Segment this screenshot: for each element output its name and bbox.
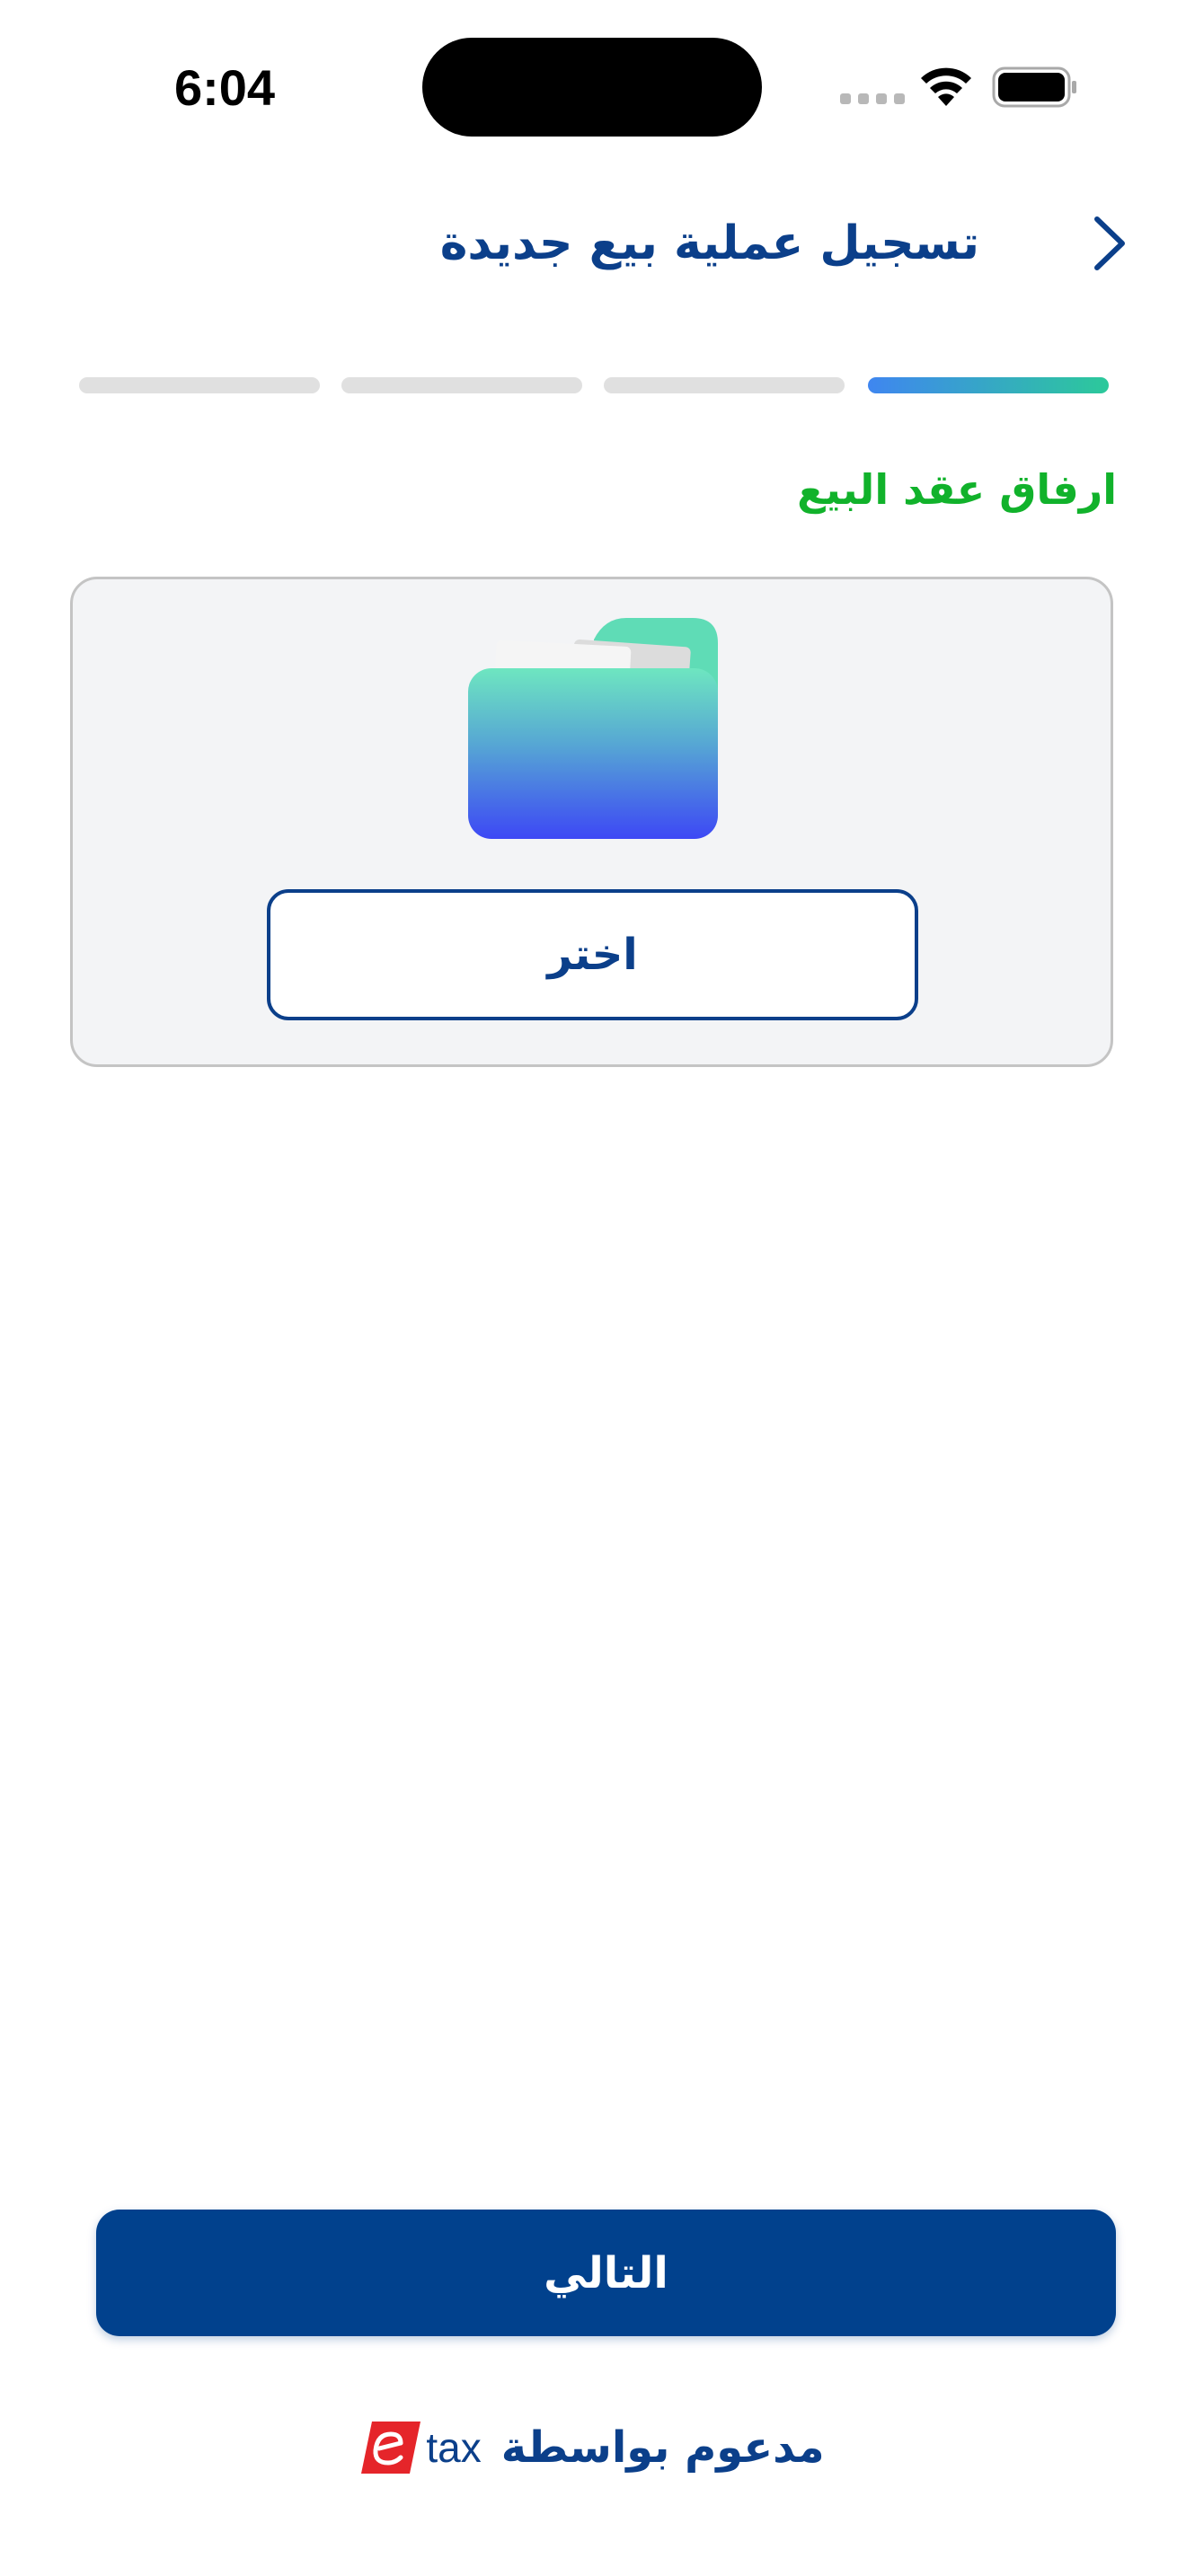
- progress-step-4: [79, 377, 320, 393]
- progress-step-2: [604, 377, 845, 393]
- etax-e-icon: [361, 2422, 421, 2474]
- section-label: ارفاق عقد البيع: [797, 465, 1117, 514]
- battery-icon: [992, 66, 1076, 108]
- status-time: 6:04: [173, 59, 276, 116]
- etax-brand-text: tax: [426, 2424, 482, 2471]
- progress-step-1: [868, 377, 1109, 393]
- wifi-icon: [921, 67, 971, 106]
- choose-file-button[interactable]: اختر: [267, 889, 918, 1020]
- back-button[interactable]: [1069, 205, 1150, 282]
- cellular-signal-icon: [840, 93, 905, 106]
- folder-icon: [468, 618, 718, 839]
- chevron-right-icon: [1094, 216, 1125, 270]
- page-title: تسجيل عملية بيع جديدة: [439, 216, 979, 270]
- progress-step-3: [341, 377, 582, 393]
- next-button[interactable]: التالي: [96, 2210, 1116, 2336]
- etax-logo: tax: [361, 2422, 482, 2474]
- dynamic-island: [422, 38, 762, 137]
- footer: tax مدعوم بواسطة: [270, 2407, 916, 2488]
- powered-by-label: مدعوم بواسطة: [500, 2422, 825, 2473]
- step-progress: [79, 377, 1109, 393]
